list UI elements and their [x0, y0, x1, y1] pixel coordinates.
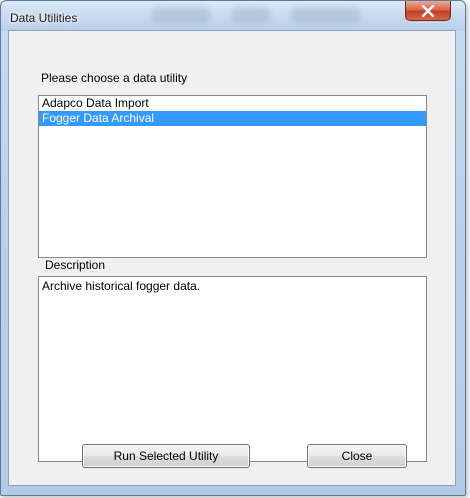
description-label: Description — [45, 258, 106, 272]
list-item-adapco-data-import[interactable]: Adapco Data Import — [39, 96, 426, 111]
run-selected-utility-button[interactable]: Run Selected Utility — [82, 444, 250, 468]
titlebar-background-blur — [231, 7, 271, 23]
list-item-fogger-data-archival[interactable]: Fogger Data Archival — [39, 111, 426, 126]
utility-listbox[interactable]: Adapco Data Import Fogger Data Archival — [38, 95, 427, 258]
title-bar[interactable]: Data Utilities — [1, 1, 465, 31]
close-button[interactable]: Close — [307, 444, 407, 468]
window-title: Data Utilities — [10, 11, 78, 25]
dialog-client-area: Please choose a data utility Adapco Data… — [8, 30, 456, 486]
description-text: Archive historical fogger data. — [42, 279, 201, 293]
description-textbox[interactable]: Archive historical fogger data. — [38, 276, 427, 462]
window-close-button[interactable] — [405, 1, 451, 21]
titlebar-background-blur — [151, 7, 211, 23]
utility-list-label: Please choose a data utility — [41, 71, 188, 85]
close-icon — [421, 4, 435, 17]
titlebar-background-blur — [291, 7, 361, 23]
